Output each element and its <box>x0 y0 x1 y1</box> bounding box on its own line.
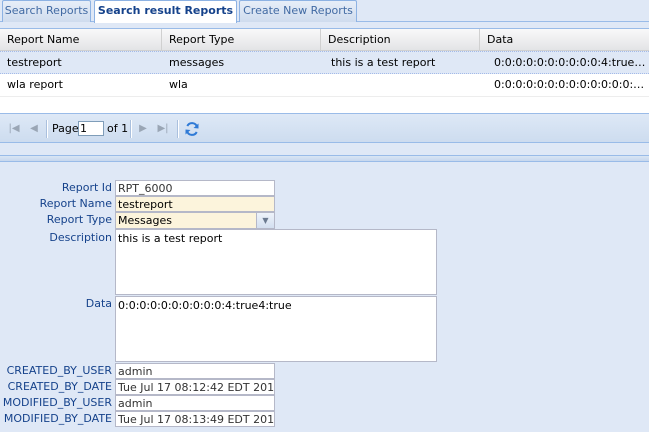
data-label: Data <box>85 297 112 310</box>
report-type-label: Report Type <box>46 213 112 226</box>
panel-splitter <box>0 143 649 170</box>
page-number-input[interactable] <box>78 121 104 136</box>
toolbar-separator <box>46 120 48 138</box>
tab-search-result-reports[interactable]: Search result Reports <box>94 0 237 23</box>
table-row[interactable]: wla report wla 0:0:0:0:0:0:0:0:0:0:0:0:0… <box>0 74 649 97</box>
last-page-icon[interactable]: ▶| <box>156 122 170 136</box>
report-type-value: Messages <box>118 214 172 227</box>
cell-data: 0:0:0:0:0:0:0:0:0:0:0:0:0:0:0:0:... <box>494 78 647 91</box>
cell-description <box>321 74 486 96</box>
cell-description: this is a test report <box>331 56 436 69</box>
description-label: Description <box>49 231 112 244</box>
report-name-field[interactable]: testreport <box>115 196 275 212</box>
modified-by-date-field[interactable]: Tue Jul 17 08:13:49 EDT 2012 <box>115 411 275 427</box>
column-header-data[interactable]: Data <box>480 29 649 50</box>
cell-report-type: wla <box>169 78 188 91</box>
modified-by-user-label: MODIFIED_BY_USER <box>2 396 112 409</box>
description-textarea[interactable]: this is a test report <box>115 229 437 295</box>
cell-report-type: messages <box>169 56 225 69</box>
modified-by-user-field[interactable]: admin <box>115 395 275 411</box>
prev-page-icon[interactable]: ◀ <box>27 122 41 136</box>
created-by-user-label: CREATED_BY_USER <box>6 364 112 377</box>
modified-by-date-label: MODIFIED_BY_DATE <box>3 412 112 425</box>
page-label: Page <box>52 122 79 135</box>
toolbar-separator <box>177 120 179 138</box>
tab-create-new-reports[interactable]: Create New Reports <box>239 0 357 22</box>
tab-strip: Search Reports Search result Reports Cre… <box>0 0 649 23</box>
first-page-icon[interactable]: |◀ <box>7 122 21 136</box>
created-by-user-field[interactable]: admin <box>115 363 275 379</box>
tab-search-reports[interactable]: Search Reports <box>2 0 91 22</box>
splitter-bar[interactable] <box>0 155 649 162</box>
table-row[interactable]: testreport messages this is a test repor… <box>0 51 649 74</box>
toolbar-separator <box>130 120 132 138</box>
report-type-select[interactable]: Messages ▼ <box>115 212 275 229</box>
page-count-label: of 1 <box>107 122 129 135</box>
next-page-icon[interactable]: ▶ <box>136 122 150 136</box>
combo-arrow-icon[interactable]: ▼ <box>256 213 274 228</box>
cell-report-name: wla report <box>7 78 63 91</box>
paging-toolbar: |◀ ◀ Page of 1 ▶ ▶| <box>0 115 649 143</box>
report-name-label: Report Name <box>39 197 112 210</box>
reports-grid: Report Name Report Type Description Data… <box>0 28 649 114</box>
column-header-description[interactable]: Description <box>321 29 480 50</box>
created-by-date-label: CREATED_BY_DATE <box>7 380 112 393</box>
report-id-label: Report Id <box>61 181 112 194</box>
created-by-date-field[interactable]: Tue Jul 17 08:12:42 EDT 2012 <box>115 379 275 395</box>
grid-header: Report Name Report Type Description Data <box>0 29 649 51</box>
data-textarea[interactable]: 0:0:0:0:0:0:0:0:0:0:4:true4:true <box>115 296 437 362</box>
cell-data: 0:0:0:0:0:0:0:0:0:0:4:true4:true <box>494 56 649 69</box>
cell-report-name: testreport <box>7 56 62 69</box>
report-id-field[interactable]: RPT_6000 <box>115 180 275 196</box>
column-header-report-type[interactable]: Report Type <box>162 29 321 50</box>
column-header-report-name[interactable]: Report Name <box>0 29 162 50</box>
refresh-icon[interactable] <box>184 121 200 137</box>
